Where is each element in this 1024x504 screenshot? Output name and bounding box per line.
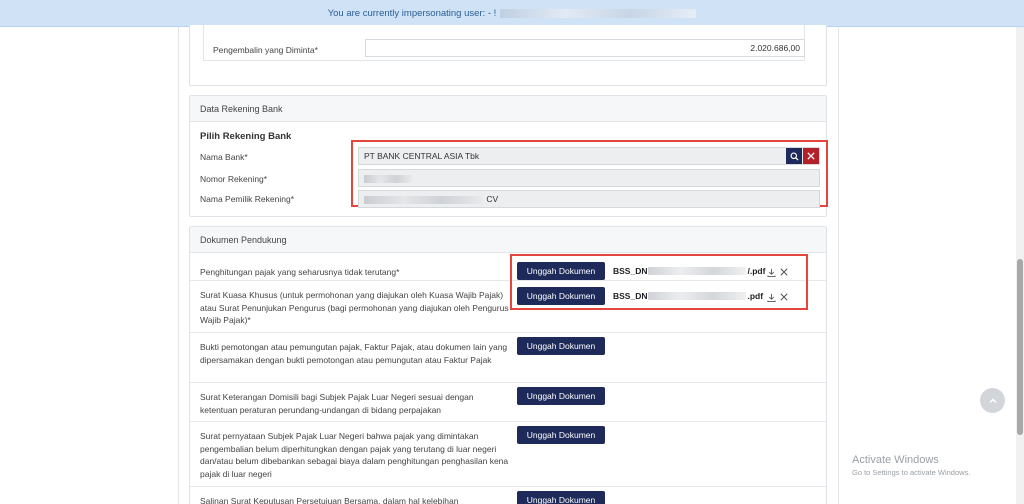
account-owner-field[interactable]: CV — [358, 190, 820, 208]
bank-name-value: PT BANK CENTRAL ASIA Tbk — [364, 151, 480, 161]
doc-label: Surat pernyataan Subjek Pajak Luar Neger… — [200, 431, 509, 479]
account-owner-label: Nama Pemilik Rekening* — [200, 194, 295, 204]
doc-row: Bukti pemotongan atau pemungutan pajak, … — [190, 333, 826, 383]
refund-amount-field[interactable]: 2.020.686,00 — [365, 39, 805, 57]
bank-account-card: Data Rekening Bank Pilih Rekening Bank N… — [189, 95, 828, 217]
doc-label: Surat Kuasa Khusus (untuk permohonan yan… — [200, 290, 509, 325]
bank-section-title: Pilih Rekening Bank — [200, 131, 292, 142]
watermark-title: Activate Windows — [852, 454, 939, 466]
bank-name-field[interactable]: PT BANK CENTRAL ASIA Tbk — [358, 147, 820, 165]
main-content: Pengembalin yang Diminta* 2.020.686,00 D… — [178, 25, 839, 504]
upload-document-button[interactable]: Unggah Dokumen — [517, 387, 605, 405]
impersonation-banner: You are currently impersonating user: - … — [0, 0, 1024, 27]
windows-activation-watermark: Activate Windows Go to Settings to activ… — [852, 454, 970, 477]
bank-highlight-frame: PT BANK CENTRAL ASIA Tbk CV — [351, 140, 828, 208]
doc-label: Salinan Surat Keputusan Persetujuan Bers… — [200, 496, 459, 504]
bank-card-header: Data Rekening Bank — [190, 96, 826, 122]
supporting-documents-card: Dokumen Pendukung Penghitungan pajak yan… — [189, 226, 827, 504]
watermark-subtitle: Go to Settings to activate Windows. — [852, 468, 971, 477]
account-owner-value: CV — [486, 194, 499, 204]
upload-document-button[interactable]: Unggah Dokumen — [517, 491, 605, 504]
account-number-field[interactable] — [358, 169, 820, 187]
doc-row: Surat pernyataan Subjek Pajak Luar Neger… — [190, 422, 826, 487]
scroll-to-top-button[interactable] — [980, 388, 1005, 413]
redacted-account-number — [364, 174, 412, 183]
account-number-label: Nomor Rekening* — [200, 174, 268, 184]
scrollbar-thumb[interactable] — [1017, 259, 1023, 435]
bank-name-label: Nama Bank* — [200, 152, 248, 162]
refund-label: Pengembalin yang Diminta* — [213, 45, 318, 55]
refund-card: Pengembalin yang Diminta* 2.020.686,00 — [189, 25, 827, 86]
search-icon[interactable] — [786, 148, 802, 164]
chevron-up-icon — [988, 397, 997, 403]
doc-label: Surat Keterangan Domisili bagi Subjek Pa… — [200, 392, 474, 415]
refund-box: Pengembalin yang Diminta* 2.020.686,00 — [203, 25, 805, 61]
uploaded-files-highlight-frame — [510, 254, 808, 310]
docs-card-header: Dokumen Pendukung — [190, 227, 826, 253]
doc-row: Surat Keterangan Domisili bagi Subjek Pa… — [190, 383, 826, 422]
close-icon[interactable] — [803, 148, 819, 164]
page-scrollbar[interactable] — [1016, 27, 1024, 504]
impersonation-text: You are currently impersonating user: - … — [327, 7, 497, 19]
doc-label: Bukti pemotongan atau pemungutan pajak, … — [200, 342, 508, 365]
redacted-username — [500, 8, 697, 18]
upload-document-button[interactable]: Unggah Dokumen — [517, 337, 605, 355]
doc-label: Penghitungan pajak yang seharusnya tidak… — [200, 267, 400, 277]
redacted-owner-name — [364, 195, 482, 204]
upload-document-button[interactable]: Unggah Dokumen — [517, 426, 605, 444]
doc-row: Salinan Surat Keputusan Persetujuan Bers… — [190, 487, 826, 504]
